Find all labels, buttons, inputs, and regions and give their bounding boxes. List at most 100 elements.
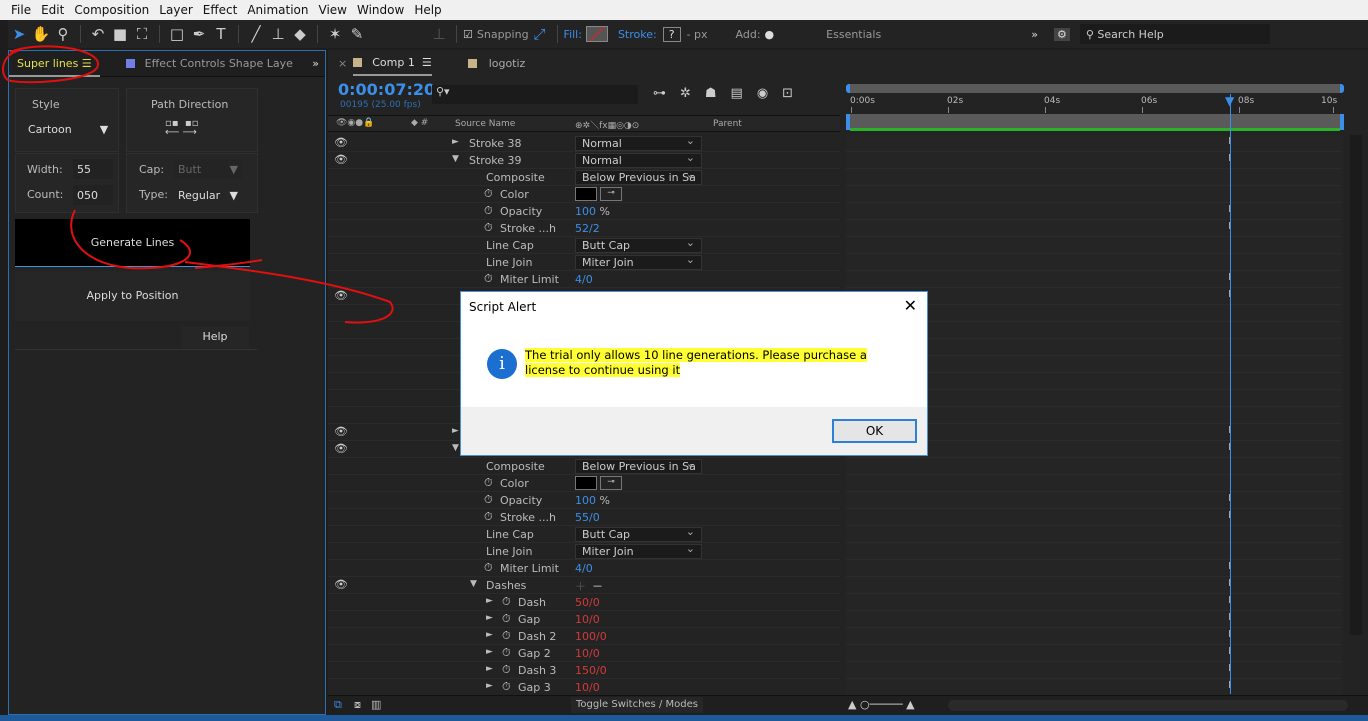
- toggle-switches-modes-button[interactable]: Toggle Switches / Modes: [571, 697, 703, 713]
- add-dash-icon[interactable]: ＋: [575, 578, 586, 594]
- property-dropdown[interactable]: Normal: [575, 151, 702, 168]
- twirl-arrow-icon[interactable]: ►: [452, 426, 459, 436]
- stopwatch-icon[interactable]: ⏱: [484, 561, 493, 575]
- source-name-header[interactable]: Source Name: [455, 119, 515, 129]
- timeline-track[interactable]: [846, 237, 1342, 254]
- twirl-arrow-icon[interactable]: ►: [486, 613, 493, 623]
- property-value[interactable]: 4/0: [575, 273, 593, 286]
- stopwatch-icon[interactable]: ⏱: [484, 221, 493, 235]
- property-value[interactable]: 100 %: [575, 205, 610, 218]
- add-icon[interactable]: ●: [765, 28, 775, 41]
- playhead[interactable]: [1230, 94, 1231, 694]
- fill-swatch[interactable]: [585, 26, 608, 42]
- menu-layer[interactable]: Layer: [154, 3, 197, 17]
- stroke-swatch[interactable]: ?: [662, 26, 681, 42]
- timeline-track[interactable]: I: [846, 662, 1342, 679]
- twirl-arrow-icon[interactable]: ▼: [452, 443, 459, 453]
- timeline-track[interactable]: I: [846, 220, 1342, 237]
- property-value[interactable]: 150/0: [575, 664, 607, 677]
- render-icon[interactable]: ⧇: [354, 698, 361, 712]
- timeline-track[interactable]: [846, 169, 1342, 186]
- timeline-track[interactable]: [846, 543, 1342, 560]
- property-dropdown[interactable]: Below Previous in Sa: [575, 168, 702, 185]
- property-value[interactable]: 50/0: [575, 596, 600, 609]
- property-value[interactable]: 10/0: [575, 647, 600, 660]
- stroke-width[interactable]: - px: [687, 28, 708, 41]
- layer-row[interactable]: Line Cap Butt Cap: [328, 525, 840, 543]
- stopwatch-icon[interactable]: ⏱: [484, 493, 493, 507]
- layer-row[interactable]: ► ⏱ Dash 2 100/0: [328, 628, 840, 645]
- layer-row[interactable]: ⏱ Stroke ...h 55/0: [328, 509, 840, 526]
- time-ruler[interactable]: 0:00s 02s 04s 06s 08s 10s: [846, 94, 1344, 114]
- property-value[interactable]: 100 %: [575, 494, 610, 507]
- timeline-track[interactable]: I: [846, 628, 1342, 645]
- timeline-track[interactable]: I: [846, 152, 1342, 169]
- add-label[interactable]: Add:: [736, 28, 761, 41]
- timeline-track[interactable]: I: [846, 203, 1342, 220]
- more-workspaces-icon[interactable]: »: [1031, 28, 1038, 41]
- twirl-arrow-icon[interactable]: ►: [486, 647, 493, 657]
- twirl-arrow-icon[interactable]: ▼: [470, 579, 477, 589]
- layer-search-input[interactable]: ⚲▾: [432, 85, 638, 104]
- timeline-track[interactable]: [846, 458, 1342, 475]
- visibility-eye-icon[interactable]: 👁: [334, 425, 348, 438]
- timeline-switch-icons[interactable]: ⊶✲☗▤◉⊡: [653, 86, 807, 101]
- eyedropper-icon[interactable]: ⊸: [600, 187, 622, 201]
- timeline-track[interactable]: [846, 526, 1342, 543]
- layer-row[interactable]: ► ⏱ Dash 50/0: [328, 594, 840, 611]
- timeline-track[interactable]: I: [846, 645, 1342, 662]
- twirl-arrow-icon[interactable]: ►: [452, 137, 459, 147]
- layer-row[interactable]: 👁 ▼ Dashes ＋ －: [328, 577, 840, 594]
- layer-row[interactable]: ► ⏱ Gap 10/0: [328, 611, 840, 628]
- menu-animation[interactable]: Animation: [242, 3, 313, 17]
- frame-blending-icon[interactable]: ▥: [371, 698, 381, 711]
- snap-icon[interactable]: ⤢: [529, 25, 551, 43]
- timeline-track[interactable]: I: [846, 509, 1342, 526]
- zoom-out-icon[interactable]: ▲ ○───── ▲: [848, 698, 915, 711]
- property-value[interactable]: 100/0: [575, 630, 607, 643]
- remove-dash-icon[interactable]: －: [592, 578, 603, 594]
- timeline-track[interactable]: I: [846, 611, 1342, 628]
- layer-row[interactable]: Line Join Miter Join: [328, 542, 840, 560]
- search-help-input[interactable]: ⚲ Search Help: [1079, 24, 1270, 44]
- timeline-track[interactable]: [846, 186, 1342, 203]
- menu-edit[interactable]: Edit: [36, 3, 69, 17]
- stopwatch-icon[interactable]: ⏱: [502, 612, 511, 626]
- timeline-track[interactable]: [846, 254, 1342, 271]
- layer-row[interactable]: ► ⏱ Dash 3 150/0: [328, 662, 840, 679]
- layer-row[interactable]: Composite Below Previous in Sa: [328, 457, 840, 475]
- stopwatch-icon[interactable]: ⏱: [502, 595, 511, 609]
- time-navigator[interactable]: [846, 84, 1344, 93]
- tab-logotiz[interactable]: logotiz: [467, 57, 525, 70]
- sync-settings-icon[interactable]: ⚙: [1053, 27, 1070, 41]
- timeline-track[interactable]: I: [846, 492, 1342, 509]
- timeline-track[interactable]: [846, 475, 1342, 492]
- stopwatch-icon[interactable]: ⏱: [484, 510, 493, 524]
- menu-effect[interactable]: Effect: [198, 3, 243, 17]
- twirl-arrow-icon[interactable]: ►: [486, 681, 493, 691]
- stopwatch-icon[interactable]: ⏱: [502, 663, 511, 677]
- timeline-track[interactable]: I: [846, 560, 1342, 577]
- layer-row[interactable]: ► ⏱ Gap 3 10/0: [328, 679, 840, 696]
- menu-window[interactable]: Window: [352, 3, 409, 17]
- stopwatch-icon[interactable]: ⏱: [484, 187, 493, 201]
- stroke-label[interactable]: Stroke:: [618, 28, 657, 41]
- property-dropdown[interactable]: Butt Cap: [575, 236, 702, 253]
- twirl-arrow-icon[interactable]: ►: [486, 630, 493, 640]
- axis-icon[interactable]: ⊥: [428, 25, 450, 43]
- stopwatch-icon[interactable]: ⏱: [484, 204, 493, 218]
- timeline-track[interactable]: I: [846, 679, 1342, 696]
- timeline-track[interactable]: I: [846, 577, 1342, 594]
- stopwatch-icon[interactable]: ⏱: [484, 272, 493, 286]
- property-dropdown[interactable]: Miter Join: [575, 253, 702, 270]
- stopwatch-icon[interactable]: ⏱: [502, 680, 511, 694]
- parent-header[interactable]: Parent: [713, 119, 742, 129]
- property-value[interactable]: 10/0: [575, 613, 600, 626]
- stopwatch-icon[interactable]: ⏱: [502, 646, 511, 660]
- color-swatch[interactable]: [575, 476, 597, 490]
- menu-view[interactable]: View: [314, 3, 352, 17]
- timeline-track[interactable]: I: [846, 594, 1342, 611]
- layer-row[interactable]: ⏱ Miter Limit 4/0: [328, 560, 840, 577]
- property-value[interactable]: 55/0: [575, 511, 600, 524]
- twirl-arrow-icon[interactable]: ►: [486, 596, 493, 606]
